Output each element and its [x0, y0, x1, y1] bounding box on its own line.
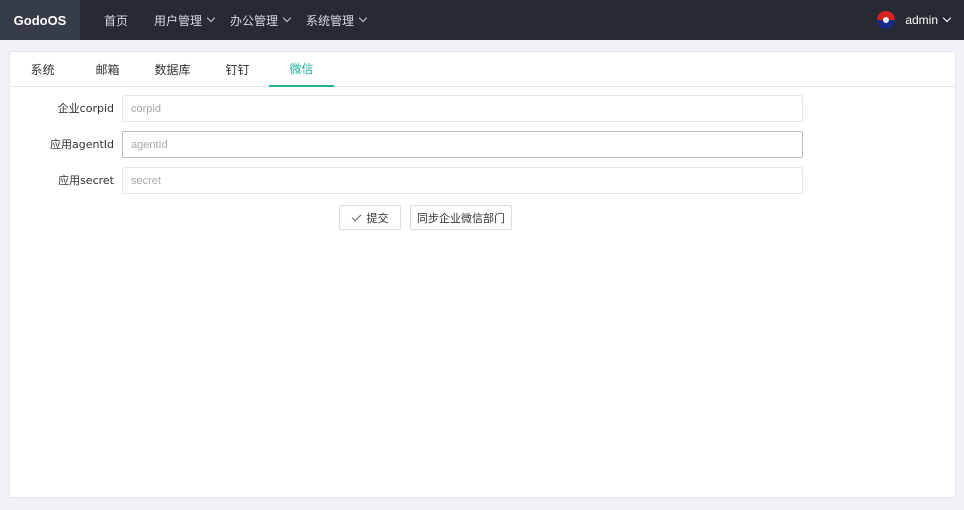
tab-wechat[interactable]: 微信 — [269, 52, 334, 87]
nav-item-office-management[interactable]: 办公管理 — [230, 0, 292, 40]
nav-item-system-management[interactable]: 系统管理 — [306, 0, 368, 40]
form-row-agentid: 应用agentId — [10, 131, 957, 158]
agentid-input[interactable] — [122, 131, 803, 158]
chevron-down-icon — [942, 13, 952, 23]
corpid-input[interactable] — [122, 95, 803, 122]
tab-database[interactable]: 数据库 — [140, 52, 205, 87]
chevron-down-icon — [206, 13, 216, 23]
sync-button-label: 同步企业微信部门 — [417, 211, 505, 225]
nav-item-label: 办公管理 — [230, 13, 279, 28]
nav-item-home[interactable]: 首页 — [104, 0, 128, 40]
nav-item-label: 首页 — [104, 13, 129, 28]
agentid-label: 应用agentId — [49, 138, 114, 151]
form-row-secret: 应用secret — [10, 167, 957, 194]
tab-email[interactable]: 邮箱 — [75, 52, 140, 87]
brand-logo[interactable]: GodoOS — [0, 0, 80, 40]
top-navbar: GodoOS 首页 用户管理 办公管理 系统管理 admin — [0, 0, 964, 40]
secret-label: 应用secret — [58, 174, 114, 187]
nav-item-label: 系统管理 — [306, 13, 355, 28]
secret-input[interactable] — [122, 167, 803, 194]
main-nav: 首页 用户管理 办公管理 系统管理 — [104, 0, 382, 40]
check-icon — [351, 211, 361, 221]
chevron-down-icon — [358, 13, 368, 23]
user-menu[interactable]: admin — [877, 0, 952, 40]
submit-button[interactable]: 提交 — [339, 205, 401, 230]
chevron-down-icon — [282, 13, 292, 23]
nav-item-user-management[interactable]: 用户管理 — [154, 0, 216, 40]
avatar-icon — [877, 11, 896, 29]
tab-dingtalk[interactable]: 钉钉 — [205, 52, 270, 87]
submit-button-label: 提交 — [366, 211, 389, 225]
user-name: admin — [905, 13, 938, 27]
settings-panel: 系统 邮箱 数据库 钉钉 微信 企业corpid 应用agentId 应用sec… — [9, 51, 956, 498]
sync-wechat-departments-button[interactable]: 同步企业微信部门 — [410, 205, 512, 230]
tab-system[interactable]: 系统 — [10, 52, 75, 87]
form-row-corpid: 企业corpid — [10, 95, 957, 122]
settings-tabs: 系统 邮箱 数据库 钉钉 微信 — [10, 52, 955, 87]
nav-item-label: 用户管理 — [154, 13, 203, 28]
corpid-label: 企业corpid — [57, 102, 114, 115]
